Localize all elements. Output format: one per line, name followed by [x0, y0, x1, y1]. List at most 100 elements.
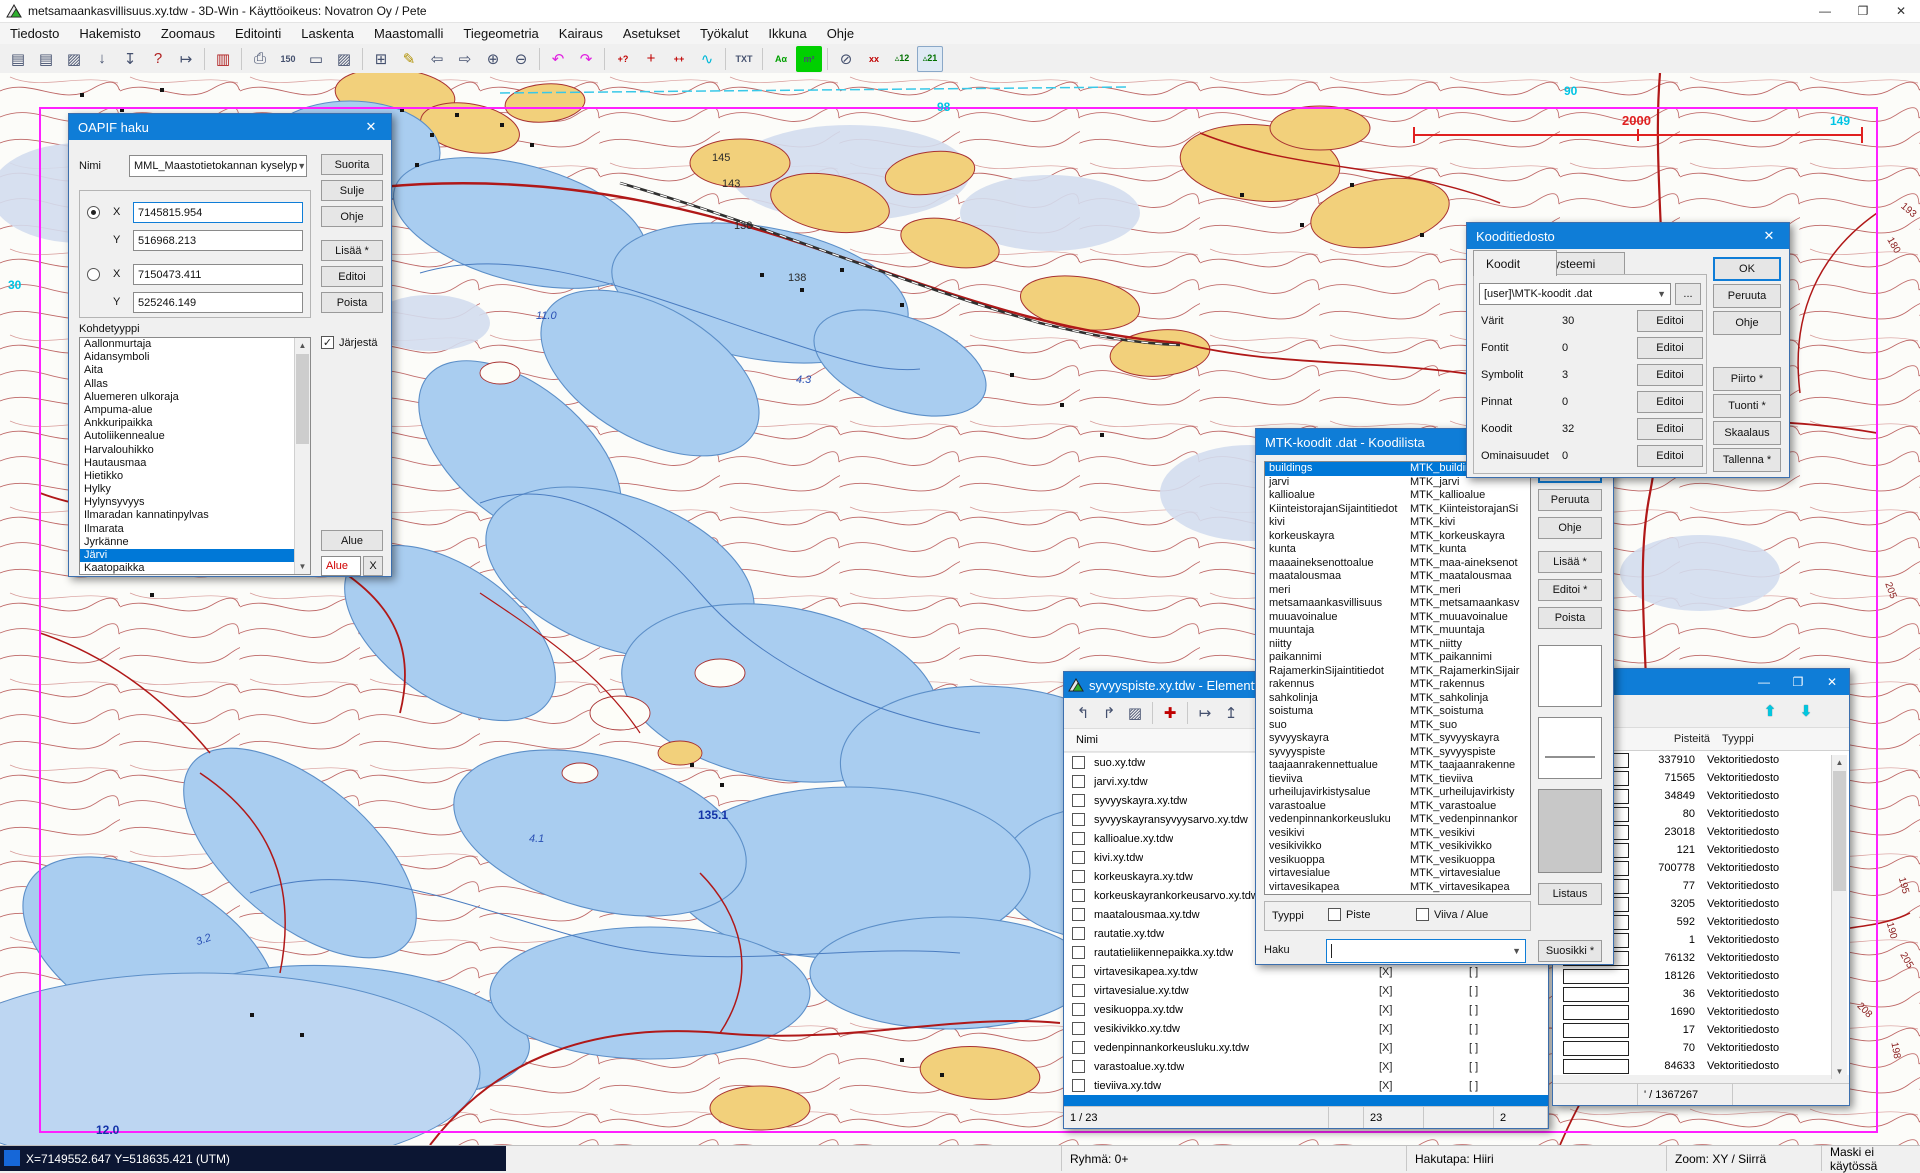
scroll-up-icon[interactable]: ▲	[295, 338, 310, 353]
file-help-icon[interactable]: ?	[145, 46, 171, 72]
list-item[interactable]: Aita	[80, 364, 310, 377]
koodi-editoi-button[interactable]: Editoi	[1637, 445, 1703, 467]
list-item[interactable]: Hietikko	[80, 470, 310, 483]
listaus-button[interactable]: Listaus	[1538, 883, 1602, 905]
tyyppi-column-header[interactable]: Tyyppi	[1722, 733, 1754, 745]
pisteet-row[interactable]: 70Vektoritiedosto	[1553, 1039, 1849, 1057]
write-element-2-icon[interactable]: ↥	[1219, 701, 1243, 725]
pisteita-column-header[interactable]: Pisteitä	[1605, 733, 1710, 745]
koodi-list-row[interactable]: syvyyspisteMTK_syvyyspiste	[1265, 746, 1530, 760]
read-hatch-icon[interactable]: ▨	[61, 46, 87, 72]
tri-21-icon[interactable]: ▵21	[917, 46, 943, 72]
list-item[interactable]: Järvi	[80, 549, 310, 562]
klista-editoi-button[interactable]: Editoi *	[1538, 579, 1602, 601]
nimi-column-header[interactable]: Nimi	[1076, 734, 1098, 746]
txt-tool-icon[interactable]: TXT	[731, 46, 757, 72]
write-element-icon[interactable]: ↦	[1193, 701, 1217, 725]
color-swatch-3[interactable]	[1538, 789, 1602, 873]
piste-checkbox[interactable]: Piste	[1328, 908, 1370, 921]
chevron-down-icon[interactable]: ▼	[1657, 289, 1666, 299]
scroll-down-icon[interactable]: ▼	[1832, 1064, 1847, 1079]
koodi-skaalaus-button[interactable]: Skaalaus	[1713, 421, 1781, 445]
menu-editointi[interactable]: Editointi	[225, 24, 291, 43]
kohdetyyppi-listbox[interactable]: AallonmurtajaAidansymboliAitaAllasAlueme…	[79, 337, 311, 575]
radio-coord-1[interactable]	[87, 206, 100, 219]
close-icon[interactable]: ✕	[1815, 669, 1849, 695]
koodi-list-row[interactable]: korkeuskayraMTK_korkeuskayra	[1265, 530, 1530, 544]
pan-left-icon[interactable]: ⇦	[424, 46, 450, 72]
zoom-pen-icon[interactable]: ✎	[396, 46, 422, 72]
kooditiedosto-file-combobox[interactable]: [user]\MTK-koodit .dat ▼	[1479, 283, 1671, 305]
close-icon[interactable]: ✕	[351, 114, 391, 140]
pisteet-row[interactable]: 17Vektoritiedosto	[1553, 1021, 1849, 1039]
koodi-list-row[interactable]: virtavesikapeaMTK_virtavesikapea	[1265, 881, 1530, 895]
koodi-list-row[interactable]: vesikiviMTK_vesikivi	[1265, 827, 1530, 841]
file-checkbox[interactable]	[1072, 870, 1085, 883]
scroll-down-icon[interactable]: ▼	[295, 559, 310, 574]
color-swatch[interactable]	[1563, 1005, 1629, 1020]
list-item[interactable]: Hylky	[80, 483, 310, 496]
koodi-list-row[interactable]: muuntajaMTK_muuntaja	[1265, 624, 1530, 638]
file-checkbox[interactable]	[1072, 813, 1085, 826]
minimize-icon[interactable]: —	[1806, 0, 1844, 22]
file-checkbox[interactable]	[1072, 1022, 1085, 1035]
delete-points-icon[interactable]: xx	[861, 46, 887, 72]
file-checkbox[interactable]	[1072, 927, 1085, 940]
list-item[interactable]: Jyrkänne	[80, 536, 310, 549]
maximize-icon[interactable]: ❐	[1781, 669, 1815, 695]
chevron-down-icon[interactable]: ▼	[1512, 946, 1521, 956]
koodi-editoi-button[interactable]: Editoi	[1637, 337, 1703, 359]
file-export-icon[interactable]: ↦	[173, 46, 199, 72]
koodi-list-row[interactable]: KiinteistorajanSijaintitiedotMTK_Kiintei…	[1265, 503, 1530, 517]
file-row[interactable]: vedenpinnankorkeusluku.xy.tdw[X][ ][ ]	[1064, 1038, 1548, 1057]
oapif-lis-button[interactable]: Lisää *	[321, 240, 383, 261]
jarjesta-checkbox[interactable]: ✓ Järjestä	[321, 336, 378, 349]
koodi-list-row[interactable]: suoMTK_suo	[1265, 719, 1530, 733]
color-swatch-2[interactable]	[1538, 717, 1602, 779]
pisteet-row[interactable]: 1690Vektoritiedosto	[1553, 1003, 1849, 1021]
file-checkbox[interactable]	[1072, 889, 1085, 902]
move-down-icon[interactable]: ⬇	[1791, 699, 1821, 723]
circle-point-icon[interactable]: ⊘	[833, 46, 859, 72]
suosikki-button[interactable]: Suosikki *	[1538, 940, 1602, 962]
save-file-icon[interactable]: ↓	[89, 46, 115, 72]
oapif-poista-button[interactable]: Poista	[321, 292, 383, 313]
file-checkbox[interactable]	[1072, 1079, 1085, 1092]
pisteet-row[interactable]: 36Vektoritiedosto	[1553, 985, 1849, 1003]
koodi-list-row[interactable]: rakennusMTK_rakennus	[1265, 678, 1530, 692]
koodi-list-row[interactable]: varastoalueMTK_varastoalue	[1265, 800, 1530, 814]
oapif-editoi-button[interactable]: Editoi	[321, 266, 383, 287]
arc-tool-icon[interactable]: ∿	[694, 46, 720, 72]
list-item[interactable]: Ilmarata	[80, 523, 310, 536]
koodi-list-row[interactable]: muuavoinalueMTK_muuavoinalue	[1265, 611, 1530, 625]
list-item[interactable]: Hautausmaa	[80, 457, 310, 470]
koodi-list-row[interactable]: taajaanrakennettualueMTK_taajaanrakenne	[1265, 759, 1530, 773]
read-file-2-icon[interactable]: ▤	[33, 46, 59, 72]
koodi-listbox[interactable]: buildingsMTK_buildingsjarviMTK_jarvikall…	[1264, 461, 1531, 895]
koodi-list-row[interactable]: kuntaMTK_kunta	[1265, 543, 1530, 557]
file-row[interactable]: vesikuoppa.xy.tdw[X][ ][ ]	[1064, 1000, 1548, 1019]
koodi-tallenna-button[interactable]: Tallenna *	[1713, 448, 1781, 472]
klista-peruuta-button[interactable]: Peruuta	[1538, 489, 1602, 511]
koodi-list-row[interactable]: paikannimiMTK_paikannimi	[1265, 651, 1530, 665]
file-checkbox[interactable]	[1072, 908, 1085, 921]
menu-kairaus[interactable]: Kairaus	[549, 24, 613, 43]
kooditiedosto-titlebar[interactable]: Kooditiedosto ✕	[1467, 223, 1789, 249]
move-up-icon[interactable]: ⬆	[1755, 699, 1785, 723]
oapif-ohje-button[interactable]: Ohje	[321, 206, 383, 227]
area-m2-icon[interactable]: m²	[796, 46, 822, 72]
koodi-list-row[interactable]: meriMTK_meri	[1265, 584, 1530, 598]
zoom-window-icon[interactable]: ⊞	[368, 46, 394, 72]
zoom-out-icon[interactable]: ⊖	[508, 46, 534, 72]
tab-koodit[interactable]: Koodit	[1473, 250, 1557, 276]
koodi-tuonti-button[interactable]: Tuonti *	[1713, 394, 1781, 418]
koodi-list-row[interactable]: vedenpinnankorkeuslukuMTK_vedenpinnankor	[1265, 813, 1530, 827]
browse-button[interactable]: ...	[1675, 283, 1701, 305]
koodi-list-row[interactable]: kiviMTK_kivi	[1265, 516, 1530, 530]
tri-12-icon[interactable]: ▵12	[889, 46, 915, 72]
koodi-ok-button[interactable]: OK	[1713, 257, 1781, 281]
koodi-list-row[interactable]: niittyMTK_niitty	[1265, 638, 1530, 652]
menu-ikkuna[interactable]: Ikkuna	[758, 24, 816, 43]
haku-combobox[interactable]: ▼	[1326, 939, 1526, 963]
menu-hakemisto[interactable]: Hakemisto	[69, 24, 150, 43]
